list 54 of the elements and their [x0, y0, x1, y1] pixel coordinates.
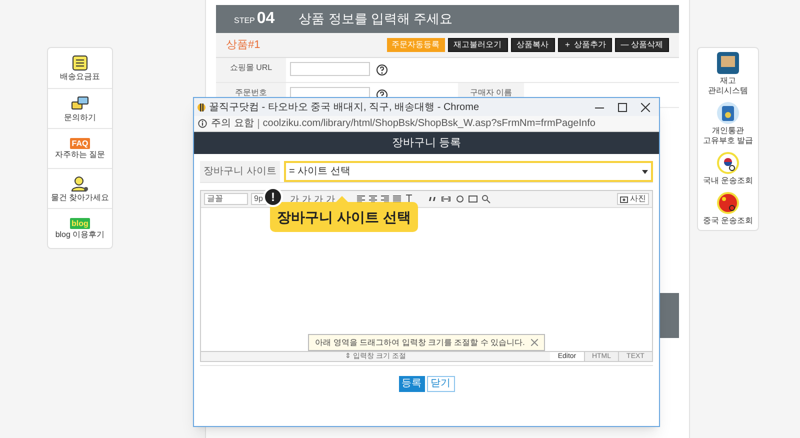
align-left-icon[interactable] — [356, 194, 366, 204]
sidebar-item[interactable]: 문의하기 — [48, 88, 112, 128]
register-button[interactable]: 등록 — [398, 376, 424, 392]
sidebar-item[interactable]: 중국 운송조회 — [702, 192, 754, 226]
justify-icon[interactable] — [392, 194, 402, 204]
sidebar-item[interactable]: blog blog 이용후기 — [48, 208, 112, 248]
blog-sign: blog — [70, 218, 90, 229]
font-select[interactable]: 글꼴 — [204, 193, 248, 205]
list-icon — [72, 55, 88, 71]
sidebar-item[interactable]: 배송요금표 — [48, 48, 112, 88]
photo-button[interactable]: 사진 — [617, 193, 649, 205]
callout-text: 장바구니 사이트 선택 — [277, 208, 411, 226]
sidebar-item[interactable]: 개인통관 고유부호 발급 — [702, 102, 754, 146]
table-icon[interactable] — [468, 194, 478, 204]
faq-sign: FAQ — [70, 138, 90, 149]
toolbar-button[interactable]: 재고불러오기 — [448, 38, 508, 52]
quote-icon[interactable] — [427, 194, 437, 204]
sidebar-item[interactable]: FAQ 자주하는 질문 — [48, 128, 112, 168]
align-right-icon[interactable] — [380, 194, 390, 204]
site-select[interactable]: = 사이트 선택 — [284, 161, 653, 182]
help-icon — [376, 64, 388, 76]
step-title: 상품 정보를 입력해 주세요 — [298, 10, 453, 28]
sidebar-item[interactable]: 재고 관리시스템 — [708, 52, 748, 96]
hint-text: 아래 영역을 드래그하여 입력창 크기를 조절할 수 있습니다. — [315, 336, 525, 348]
toolbar-button[interactable]: ＋ 상품추가 — [558, 38, 612, 52]
step-number: 04 — [256, 9, 275, 29]
sidebar-item[interactable]: 물건 찾아가세요 — [48, 168, 112, 208]
maximize-icon[interactable] — [618, 102, 627, 112]
toolbar-button[interactable]: 상품복사 — [510, 38, 555, 52]
sidebar-item[interactable]: 국내 운송조회 — [702, 152, 754, 186]
security-label: 주의 요함 — [211, 117, 254, 131]
align-center-icon[interactable] — [368, 194, 378, 204]
window-title: 꿀직구닷컴 - 타오바오 중국 배대지, 직구, 배송대행 - Chrome — [209, 100, 480, 114]
info-icon — [198, 119, 207, 128]
person-icon — [71, 176, 89, 192]
toolbar-button[interactable]: — 상품삭제 — [614, 38, 669, 52]
camera-icon — [620, 196, 628, 202]
search-icon[interactable] — [481, 194, 491, 204]
popup-header: 장바구니 등록 — [392, 136, 462, 151]
close-icon[interactable] — [641, 102, 650, 112]
field-label: 장바구니 사이트 — [204, 165, 276, 179]
step-prefix: STEP — [234, 15, 255, 27]
bee-icon — [197, 102, 206, 112]
product-label: 상품#1 — [226, 38, 260, 53]
close-button[interactable]: 닫기 — [426, 376, 454, 392]
caret-icon — [642, 170, 648, 174]
chat-icon — [71, 96, 89, 112]
box-icon — [717, 52, 739, 74]
field-label: 쇼핑몰 URL — [230, 64, 272, 74]
url-text[interactable]: coolziku.com/library/html/ShopBsk/ShopBsk_W.asp?sFrmNm=frmPageInfo — [262, 116, 596, 131]
input-field[interactable] — [290, 62, 370, 76]
flag-icon — [716, 152, 739, 174]
flag-icon — [716, 192, 739, 214]
passport-icon — [716, 102, 739, 124]
